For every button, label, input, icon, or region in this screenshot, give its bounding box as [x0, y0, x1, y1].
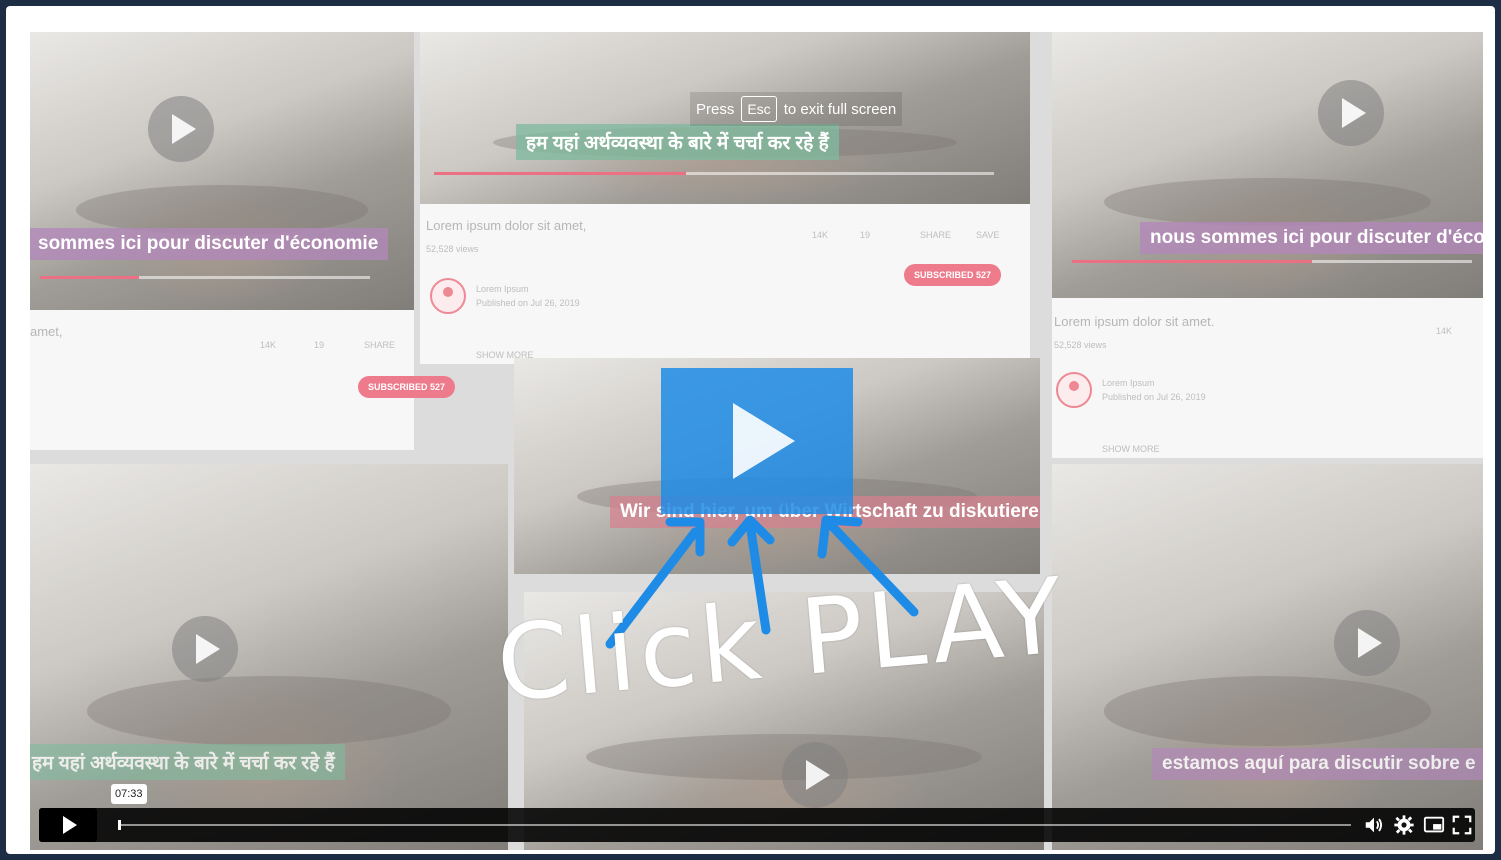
time-tooltip: 07:33: [111, 784, 147, 804]
player-frame: sommes ici pour discuter d'économie amet…: [6, 6, 1495, 854]
control-play-button[interactable]: [39, 808, 97, 842]
esc-hint-prefix: Press: [696, 100, 735, 118]
big-play-button[interactable]: [661, 368, 853, 514]
settings-icon[interactable]: [1393, 814, 1415, 836]
esc-key-label: Esc: [741, 96, 777, 122]
video-stage[interactable]: sommes ici pour discuter d'économie amet…: [30, 32, 1483, 850]
progress-scrubber[interactable]: [118, 820, 1351, 830]
player-control-bar: 07:33: [39, 784, 1475, 842]
fullscreen-icon[interactable]: [1451, 814, 1473, 836]
esc-hint-suffix: to exit full screen: [783, 100, 897, 118]
volume-icon[interactable]: [1363, 814, 1385, 836]
play-icon: [733, 403, 795, 479]
play-icon: [62, 816, 77, 834]
picture-in-picture-icon[interactable]: [1423, 814, 1445, 836]
scrubber-handle[interactable]: [118, 820, 121, 830]
fullscreen-exit-hint: Press Esc to exit full screen: [690, 92, 903, 126]
